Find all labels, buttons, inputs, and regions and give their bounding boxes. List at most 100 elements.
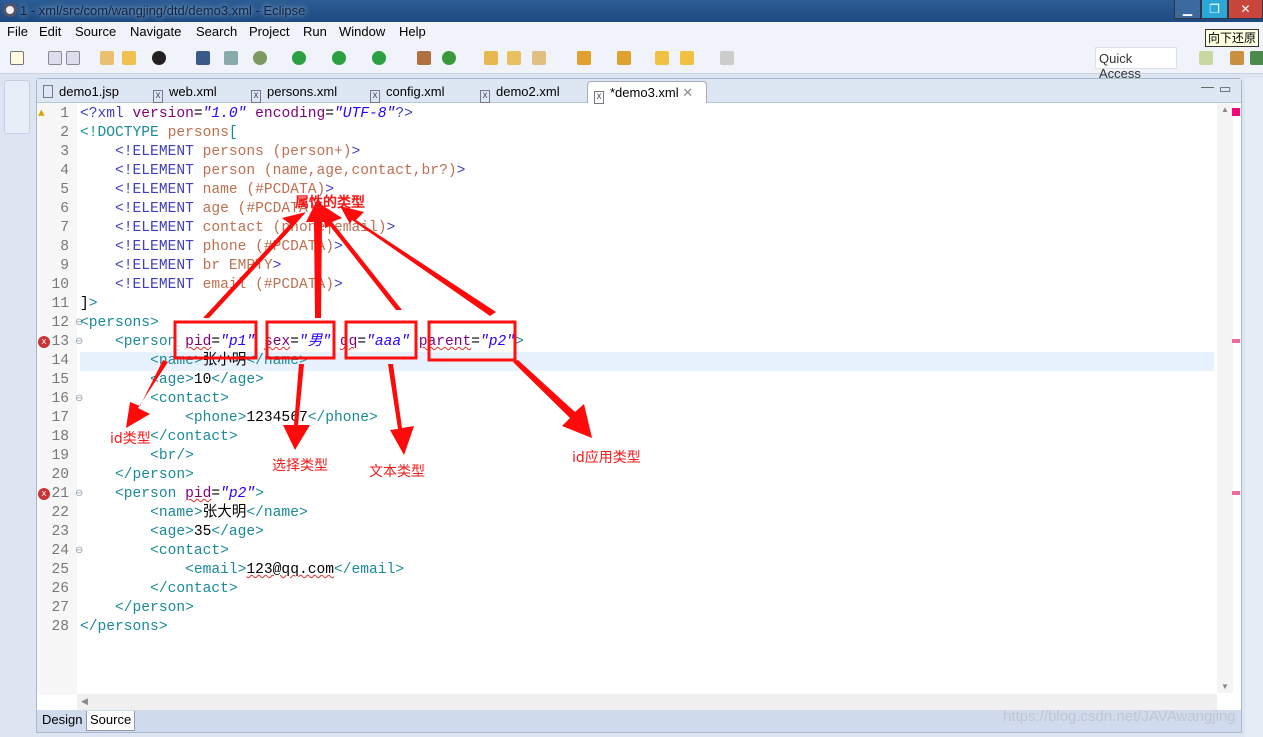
profile-icon[interactable] xyxy=(152,51,166,65)
code-line[interactable]: ]> xyxy=(80,295,1214,314)
forward-icon[interactable] xyxy=(720,51,734,65)
tab-design[interactable]: Design xyxy=(39,711,85,731)
console-icon[interactable] xyxy=(196,51,210,65)
code-line[interactable]: <!ELEMENT person (name,age,contact,br?)> xyxy=(80,162,1214,181)
close-button[interactable]: ✕ xyxy=(1228,0,1263,19)
code-line[interactable]: <age>10</age> xyxy=(80,371,1214,390)
save-icon[interactable] xyxy=(48,51,62,65)
error-icon[interactable]: x xyxy=(38,336,50,348)
java-perspective-icon[interactable] xyxy=(1250,51,1263,65)
code-line[interactable]: <email>123@qq.com</email> xyxy=(80,561,1214,580)
open-type-icon[interactable] xyxy=(100,51,114,65)
open-folder-icon[interactable] xyxy=(484,51,498,65)
menu-navigate[interactable]: Navigate xyxy=(130,24,181,39)
last-edit-icon[interactable] xyxy=(655,51,669,65)
tab-demo3-xml[interactable]: X *demo3.xml ✕ xyxy=(587,81,707,104)
minimized-view-stack[interactable] xyxy=(4,80,30,134)
code-line[interactable]: <!DOCTYPE persons[ xyxy=(80,124,1214,143)
run-icon[interactable] xyxy=(292,51,306,65)
tab-demo1-jsp[interactable]: demo1.jsp xyxy=(43,81,119,103)
code-line[interactable]: <name>张小明</name> xyxy=(80,352,1214,371)
source-text[interactable]: <?xml version="1.0" encoding="UTF-8"?> <!… xyxy=(80,105,1214,637)
search-icon[interactable] xyxy=(532,51,546,65)
new-class-icon[interactable] xyxy=(442,51,456,65)
vertical-scrollbar[interactable]: ▲ ▼ xyxy=(1217,103,1233,693)
maximize-editor-icon[interactable]: ▭ xyxy=(1219,81,1231,97)
code-line[interactable]: <contact> xyxy=(80,390,1214,409)
code-line[interactable]: <!ELEMENT persons (person+)> xyxy=(80,143,1214,162)
error-icon[interactable]: x xyxy=(38,488,50,500)
code-line[interactable]: <?xml version="1.0" encoding="UTF-8"?> xyxy=(80,105,1214,124)
code-token: version xyxy=(132,106,194,122)
code-line[interactable]: <!ELEMENT br EMPTY> xyxy=(80,257,1214,276)
debug-icon[interactable] xyxy=(253,51,267,65)
previous-annotation-icon[interactable] xyxy=(617,51,631,65)
code-token: br EMPTY xyxy=(202,258,273,274)
back-icon[interactable] xyxy=(680,51,694,65)
menu-file[interactable]: File xyxy=(7,24,28,39)
code-line[interactable]: <!ELEMENT contact (phone|email)> xyxy=(80,219,1214,238)
new-icon[interactable] xyxy=(10,51,24,65)
code-line[interactable]: </person> xyxy=(80,599,1214,618)
tab-demo2-xml[interactable]: Xdemo2.xml xyxy=(480,81,560,103)
open-perspective-icon[interactable] xyxy=(1199,51,1213,65)
code-line[interactable]: <phone>1234567</phone> xyxy=(80,409,1214,428)
close-tab-icon[interactable]: ✕ xyxy=(682,85,693,100)
next-annotation-icon[interactable] xyxy=(577,51,591,65)
skip-breakpoints-icon[interactable] xyxy=(224,51,238,65)
error-overview-marker[interactable] xyxy=(1232,108,1240,116)
open-task-icon[interactable] xyxy=(507,51,521,65)
code-line[interactable]: <name>张大明</name> xyxy=(80,504,1214,523)
external-tools-icon[interactable] xyxy=(372,51,386,65)
code-line[interactable]: <person pid="p2"> xyxy=(80,485,1214,504)
code-line[interactable]: <!ELEMENT email (#PCDATA)> xyxy=(80,276,1214,295)
error-marker[interactable] xyxy=(1232,491,1240,495)
quick-access-input[interactable]: Quick Access xyxy=(1095,47,1177,81)
menu-window[interactable]: Window xyxy=(339,24,385,39)
code-line[interactable]: <contact> xyxy=(80,542,1214,561)
code-token: <contact> xyxy=(150,391,229,407)
warning-icon[interactable]: ▲ xyxy=(38,105,45,124)
code-token: </email> xyxy=(333,562,405,578)
restore-button[interactable]: ❐ xyxy=(1201,0,1228,19)
tab-config-xml[interactable]: Xconfig.xml xyxy=(370,81,445,103)
annotation-choice-type: 选择类型 xyxy=(272,458,328,474)
code-line[interactable]: <age>35</age> xyxy=(80,523,1214,542)
menu-edit[interactable]: Edit xyxy=(39,24,61,39)
tab-persons-xml[interactable]: Xpersons.xml xyxy=(251,81,337,103)
menu-project[interactable]: Project xyxy=(249,24,289,39)
menu-run[interactable]: Run xyxy=(303,24,327,39)
code-line[interactable]: <!ELEMENT name (#PCDATA)> xyxy=(80,181,1214,200)
code-line[interactable]: </contact> xyxy=(80,580,1214,599)
menu-source[interactable]: Source xyxy=(75,24,116,39)
code-line[interactable]: <!ELEMENT phone (#PCDATA)> xyxy=(80,238,1214,257)
save-all-icon[interactable] xyxy=(66,51,80,65)
line-number: x 13 ⊖ xyxy=(37,333,83,352)
code-line[interactable]: </contact> xyxy=(80,428,1214,447)
menu-help[interactable]: Help xyxy=(399,24,426,39)
line-number: 23 xyxy=(51,524,69,540)
java-ee-perspective-icon[interactable] xyxy=(1230,51,1244,65)
code-line[interactable]: <persons> xyxy=(80,314,1214,333)
new-server-icon[interactable] xyxy=(417,51,431,65)
tab-source[interactable]: Source xyxy=(86,711,136,731)
code-line[interactable]: <person pid="p1" sex="男" qq="aaa" parent… xyxy=(80,333,1214,352)
tab-web-xml[interactable]: Xweb.xml xyxy=(153,81,217,103)
minimize-button[interactable]: ▁ xyxy=(1174,0,1201,19)
minimize-icon[interactable]: — xyxy=(1201,79,1214,94)
code-token: <!DOCTYPE xyxy=(80,125,168,141)
menu-search[interactable]: Search xyxy=(196,24,237,39)
code-token: 123@qq.com xyxy=(246,562,334,578)
code-token: 10 xyxy=(193,372,212,388)
code-line[interactable]: </person> xyxy=(80,466,1214,485)
coverage-icon[interactable] xyxy=(332,51,346,65)
open-resource-icon[interactable] xyxy=(122,51,136,65)
error-marker[interactable] xyxy=(1232,339,1240,343)
code-line[interactable]: <!ELEMENT age (#PCDATA)> xyxy=(80,200,1214,219)
code-line[interactable]: <br/> xyxy=(80,447,1214,466)
code-line[interactable]: </persons> xyxy=(80,618,1214,637)
